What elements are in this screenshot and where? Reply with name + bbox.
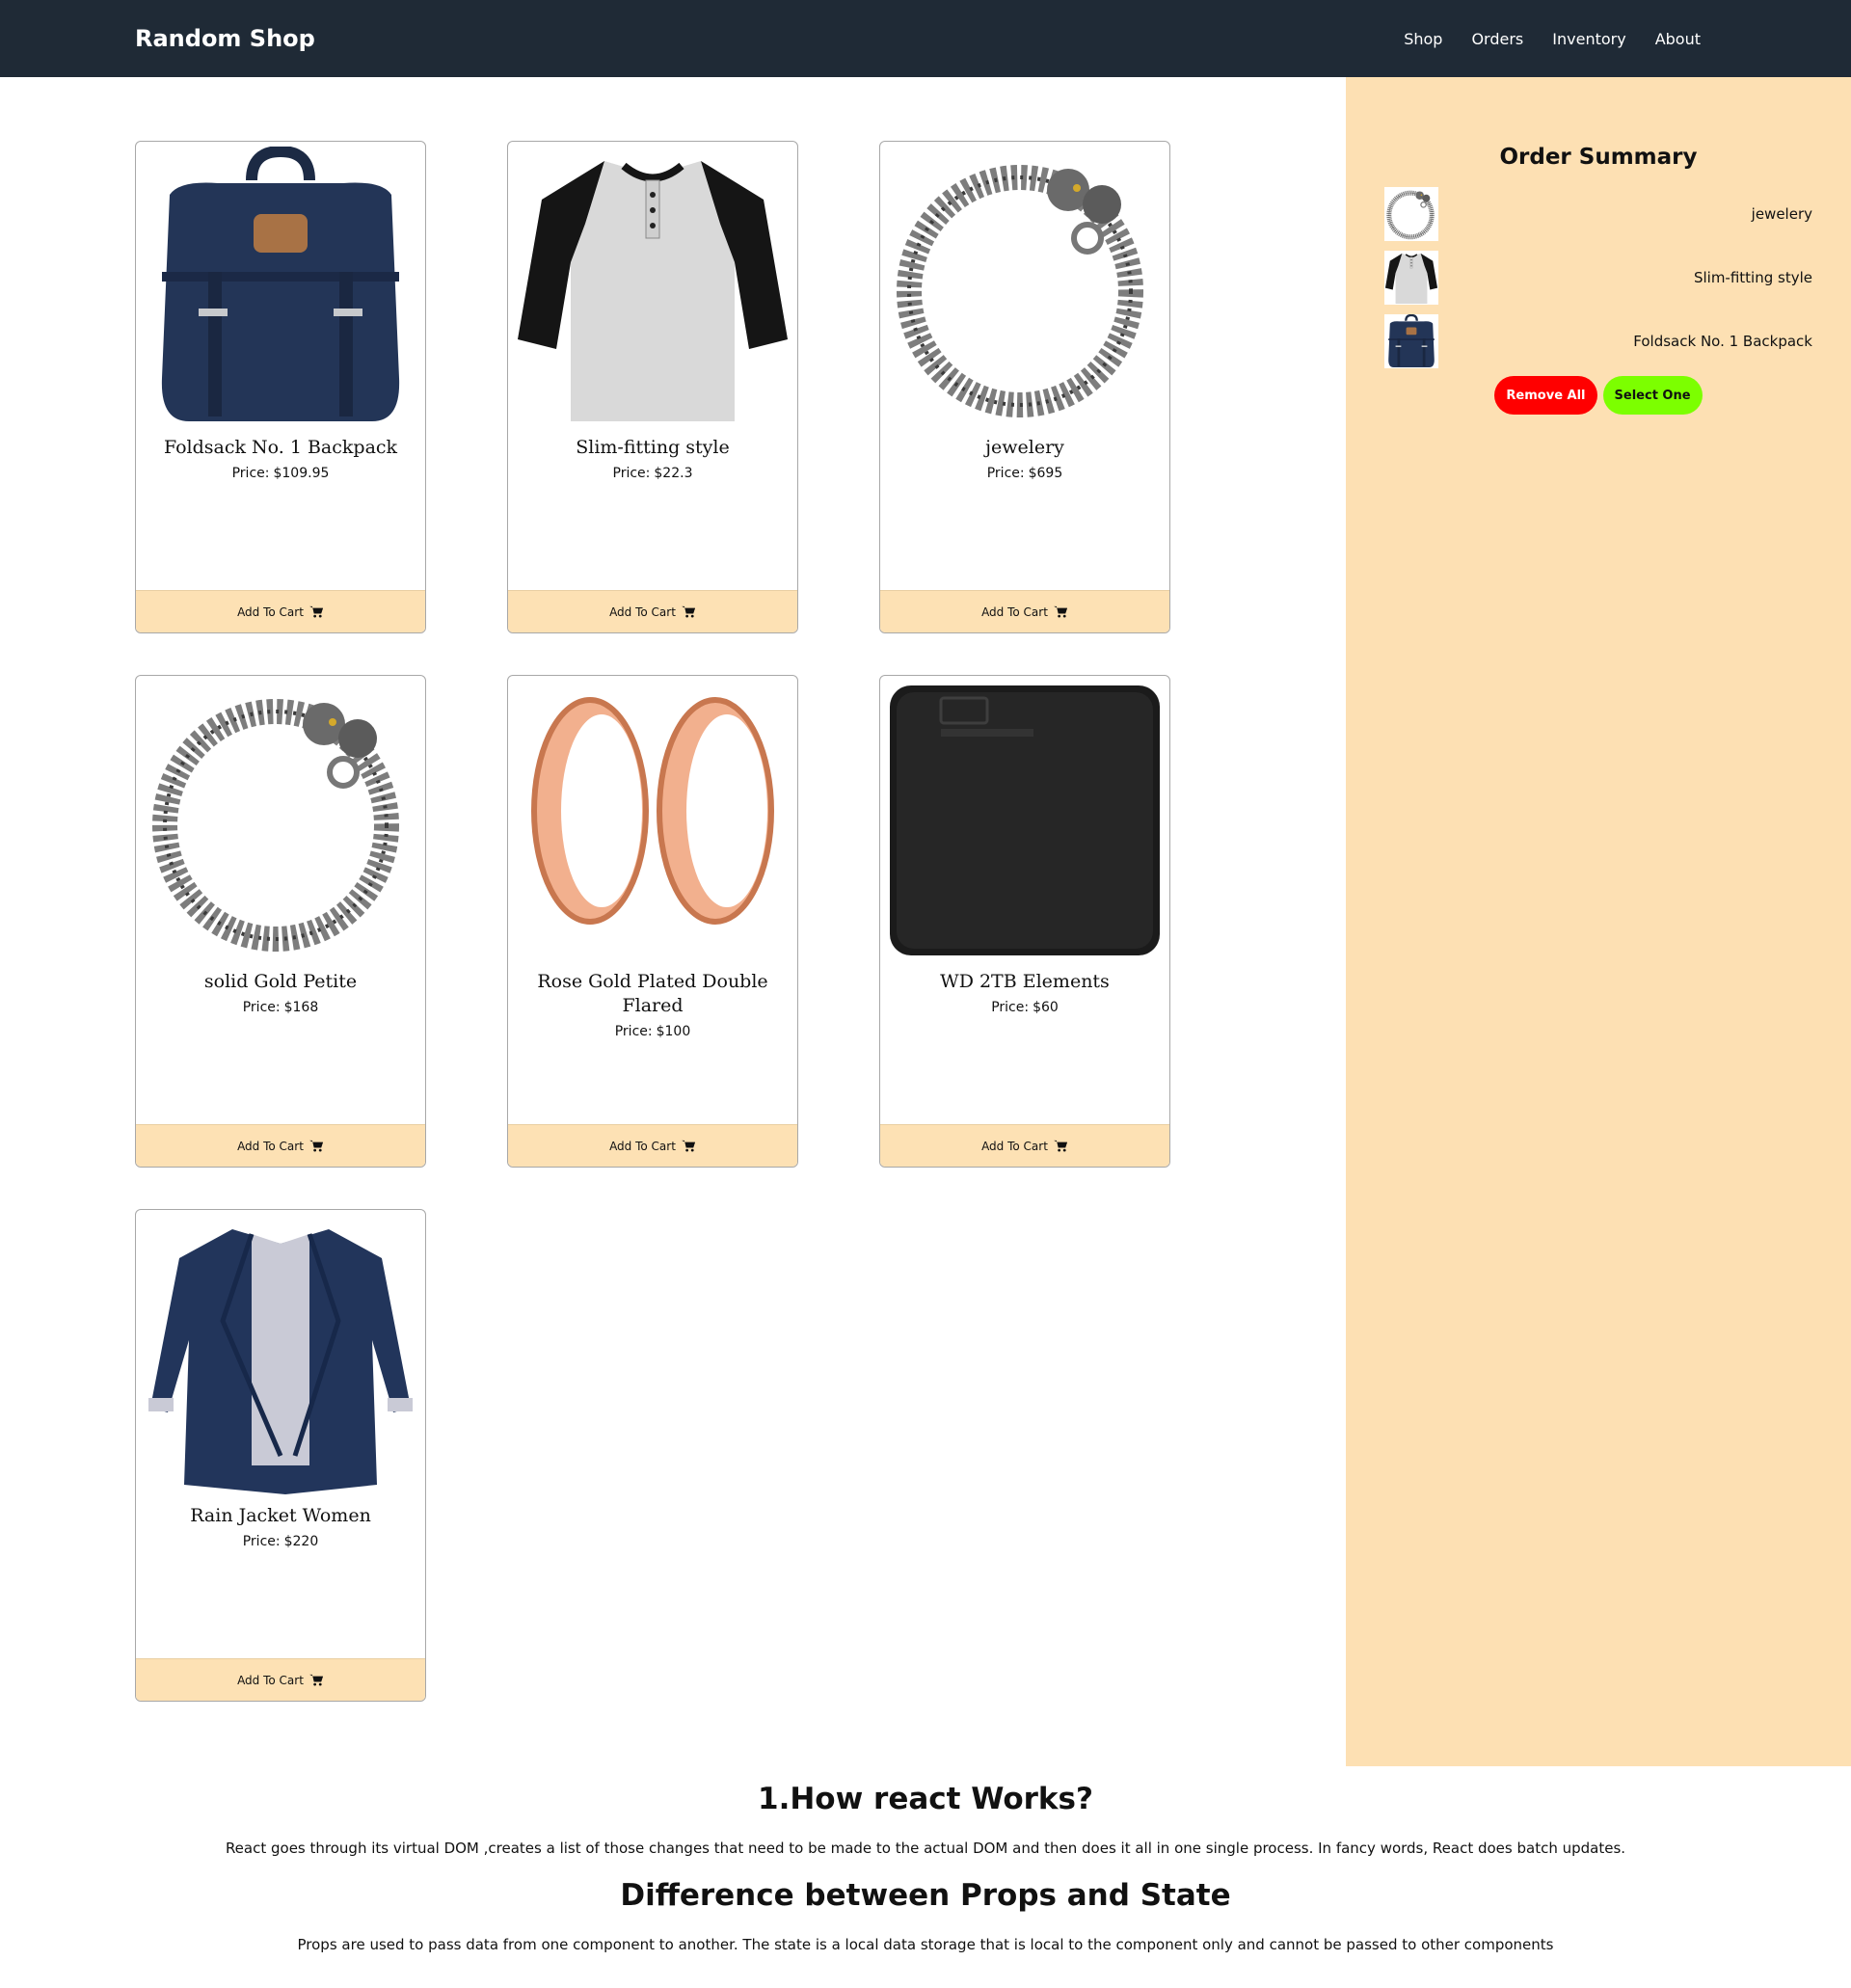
cart-icon xyxy=(682,605,696,618)
price-label: Price: xyxy=(991,1000,1030,1015)
tshirt-image xyxy=(513,147,792,426)
price-value: $168 xyxy=(283,1000,319,1015)
price-value: $109.95 xyxy=(273,466,330,481)
bracelet-image xyxy=(141,681,420,960)
navbar: Random Shop Shop Orders Inventory About xyxy=(0,0,1851,77)
add-to-cart-label: Add To Cart xyxy=(609,604,676,619)
add-to-cart-label: Add To Cart xyxy=(981,604,1048,619)
nav-link-inventory[interactable]: Inventory xyxy=(1552,30,1625,48)
backpack-thumbnail xyxy=(1384,314,1438,368)
page-layout: Foldsack No. 1 Backpack Price: $109.95 Ad… xyxy=(0,77,1851,1766)
price-value: $695 xyxy=(1028,466,1063,481)
bracelet-thumbnail xyxy=(1384,187,1438,241)
faq-title: 1.How react Works? xyxy=(758,1782,1093,1816)
product-card: WD 2TB Elements Price: $60 Add To Cart xyxy=(879,675,1170,1168)
faq-title: Difference between Props and State xyxy=(620,1878,1231,1913)
product-price: Price: $695 xyxy=(880,466,1169,481)
product-name: WD 2TB Elements xyxy=(940,971,1110,992)
product-name: Slim-fitting style xyxy=(576,437,730,458)
add-to-cart-label: Add To Cart xyxy=(609,1139,676,1153)
faq-text: React goes through its virtual DOM ,crea… xyxy=(225,1840,1626,1857)
nav-link-orders[interactable]: Orders xyxy=(1471,30,1523,48)
add-to-cart-button[interactable]: Add To Cart xyxy=(136,1124,425,1167)
price-value: $220 xyxy=(283,1534,319,1549)
order-summary-title: Order Summary xyxy=(1499,145,1698,170)
faq-section: 1.How react Works? React goes through it… xyxy=(0,1766,1851,1953)
cart-icon xyxy=(1054,605,1068,618)
product-price: Price: $220 xyxy=(136,1534,425,1549)
product-card: solid Gold Petite Price: $168 Add To Cart xyxy=(135,675,426,1168)
product-card: Rain Jacket Women Price: $220 Add To Cart xyxy=(135,1209,426,1702)
jacket-image xyxy=(141,1215,420,1494)
price-value: $60 xyxy=(1033,1000,1059,1015)
cart-icon xyxy=(1054,1140,1068,1152)
cart-icon xyxy=(682,1140,696,1152)
add-to-cart-button[interactable]: Add To Cart xyxy=(880,1124,1169,1167)
product-price: Price: $100 xyxy=(508,1024,797,1039)
bracelet-image xyxy=(885,147,1165,426)
cart-icon xyxy=(309,1140,324,1152)
product-price: Price: $109.95 xyxy=(136,466,425,481)
summary-item-name: Foldsack No. 1 Backpack xyxy=(1633,333,1812,350)
product-name: Rose Gold Plated Double Flared xyxy=(537,971,768,1016)
product-price: Price: $22.3 xyxy=(508,466,797,481)
price-label: Price: xyxy=(242,1000,281,1015)
order-summary-panel: Order Summary jewelery Slim-fitting styl… xyxy=(1346,77,1851,1766)
summary-item: jewelery xyxy=(1384,185,1812,243)
cart-icon xyxy=(309,1674,324,1686)
price-label: Price: xyxy=(612,466,651,481)
remove-all-button[interactable]: Remove All xyxy=(1494,376,1597,415)
nav-links: Shop Orders Inventory About xyxy=(1404,30,1701,48)
tshirt-thumbnail xyxy=(1384,251,1438,305)
add-to-cart-button[interactable]: Add To Cart xyxy=(136,1658,425,1701)
select-one-button[interactable]: Select One xyxy=(1602,376,1703,415)
product-name: Rain Jacket Women xyxy=(190,1505,371,1526)
product-name: jewelery xyxy=(985,437,1064,458)
faq-text: Props are used to pass data from one com… xyxy=(297,1936,1554,1953)
nav-link-shop[interactable]: Shop xyxy=(1404,30,1442,48)
hard-drive-image xyxy=(885,681,1165,960)
add-to-cart-label: Add To Cart xyxy=(237,1673,304,1687)
rings-image xyxy=(513,681,792,960)
price-value: $22.3 xyxy=(654,466,693,481)
price-label: Price: xyxy=(986,466,1025,481)
nav-link-about[interactable]: About xyxy=(1655,30,1701,48)
product-card: Rose Gold Plated Double Flared Price: $10… xyxy=(507,675,798,1168)
product-card: Foldsack No. 1 Backpack Price: $109.95 Ad… xyxy=(135,141,426,633)
add-to-cart-button[interactable]: Add To Cart xyxy=(136,590,425,632)
summary-item: Foldsack No. 1 Backpack xyxy=(1384,312,1812,370)
add-to-cart-button[interactable]: Add To Cart xyxy=(880,590,1169,632)
add-to-cart-label: Add To Cart xyxy=(981,1139,1048,1153)
price-value: $100 xyxy=(656,1024,691,1039)
add-to-cart-button[interactable]: Add To Cart xyxy=(508,590,797,632)
price-label: Price: xyxy=(614,1024,653,1039)
summary-actions: Remove All Select One xyxy=(1384,376,1812,415)
product-card: jewelery Price: $695 Add To Cart xyxy=(879,141,1170,633)
cart-icon xyxy=(309,605,324,618)
product-grid: Foldsack No. 1 Backpack Price: $109.95 Ad… xyxy=(0,77,1346,1766)
price-label: Price: xyxy=(231,466,270,481)
product-price: Price: $60 xyxy=(880,1000,1169,1015)
add-to-cart-button[interactable]: Add To Cart xyxy=(508,1124,797,1167)
product-card: Slim-fitting style Price: $22.3 Add To Ca… xyxy=(507,141,798,633)
price-label: Price: xyxy=(242,1534,281,1549)
product-name: solid Gold Petite xyxy=(203,971,358,992)
product-price: Price: $168 xyxy=(136,1000,425,1015)
add-to-cart-label: Add To Cart xyxy=(237,1139,304,1153)
product-name: Foldsack No. 1 Backpack xyxy=(163,437,398,458)
backpack-image xyxy=(141,147,420,426)
summary-item-name: Slim-fitting style xyxy=(1693,269,1812,286)
summary-item-name: jewelery xyxy=(1751,205,1812,223)
brand-logo[interactable]: Random Shop xyxy=(135,25,315,52)
summary-item: Slim-fitting style xyxy=(1384,249,1812,307)
add-to-cart-label: Add To Cart xyxy=(237,604,304,619)
